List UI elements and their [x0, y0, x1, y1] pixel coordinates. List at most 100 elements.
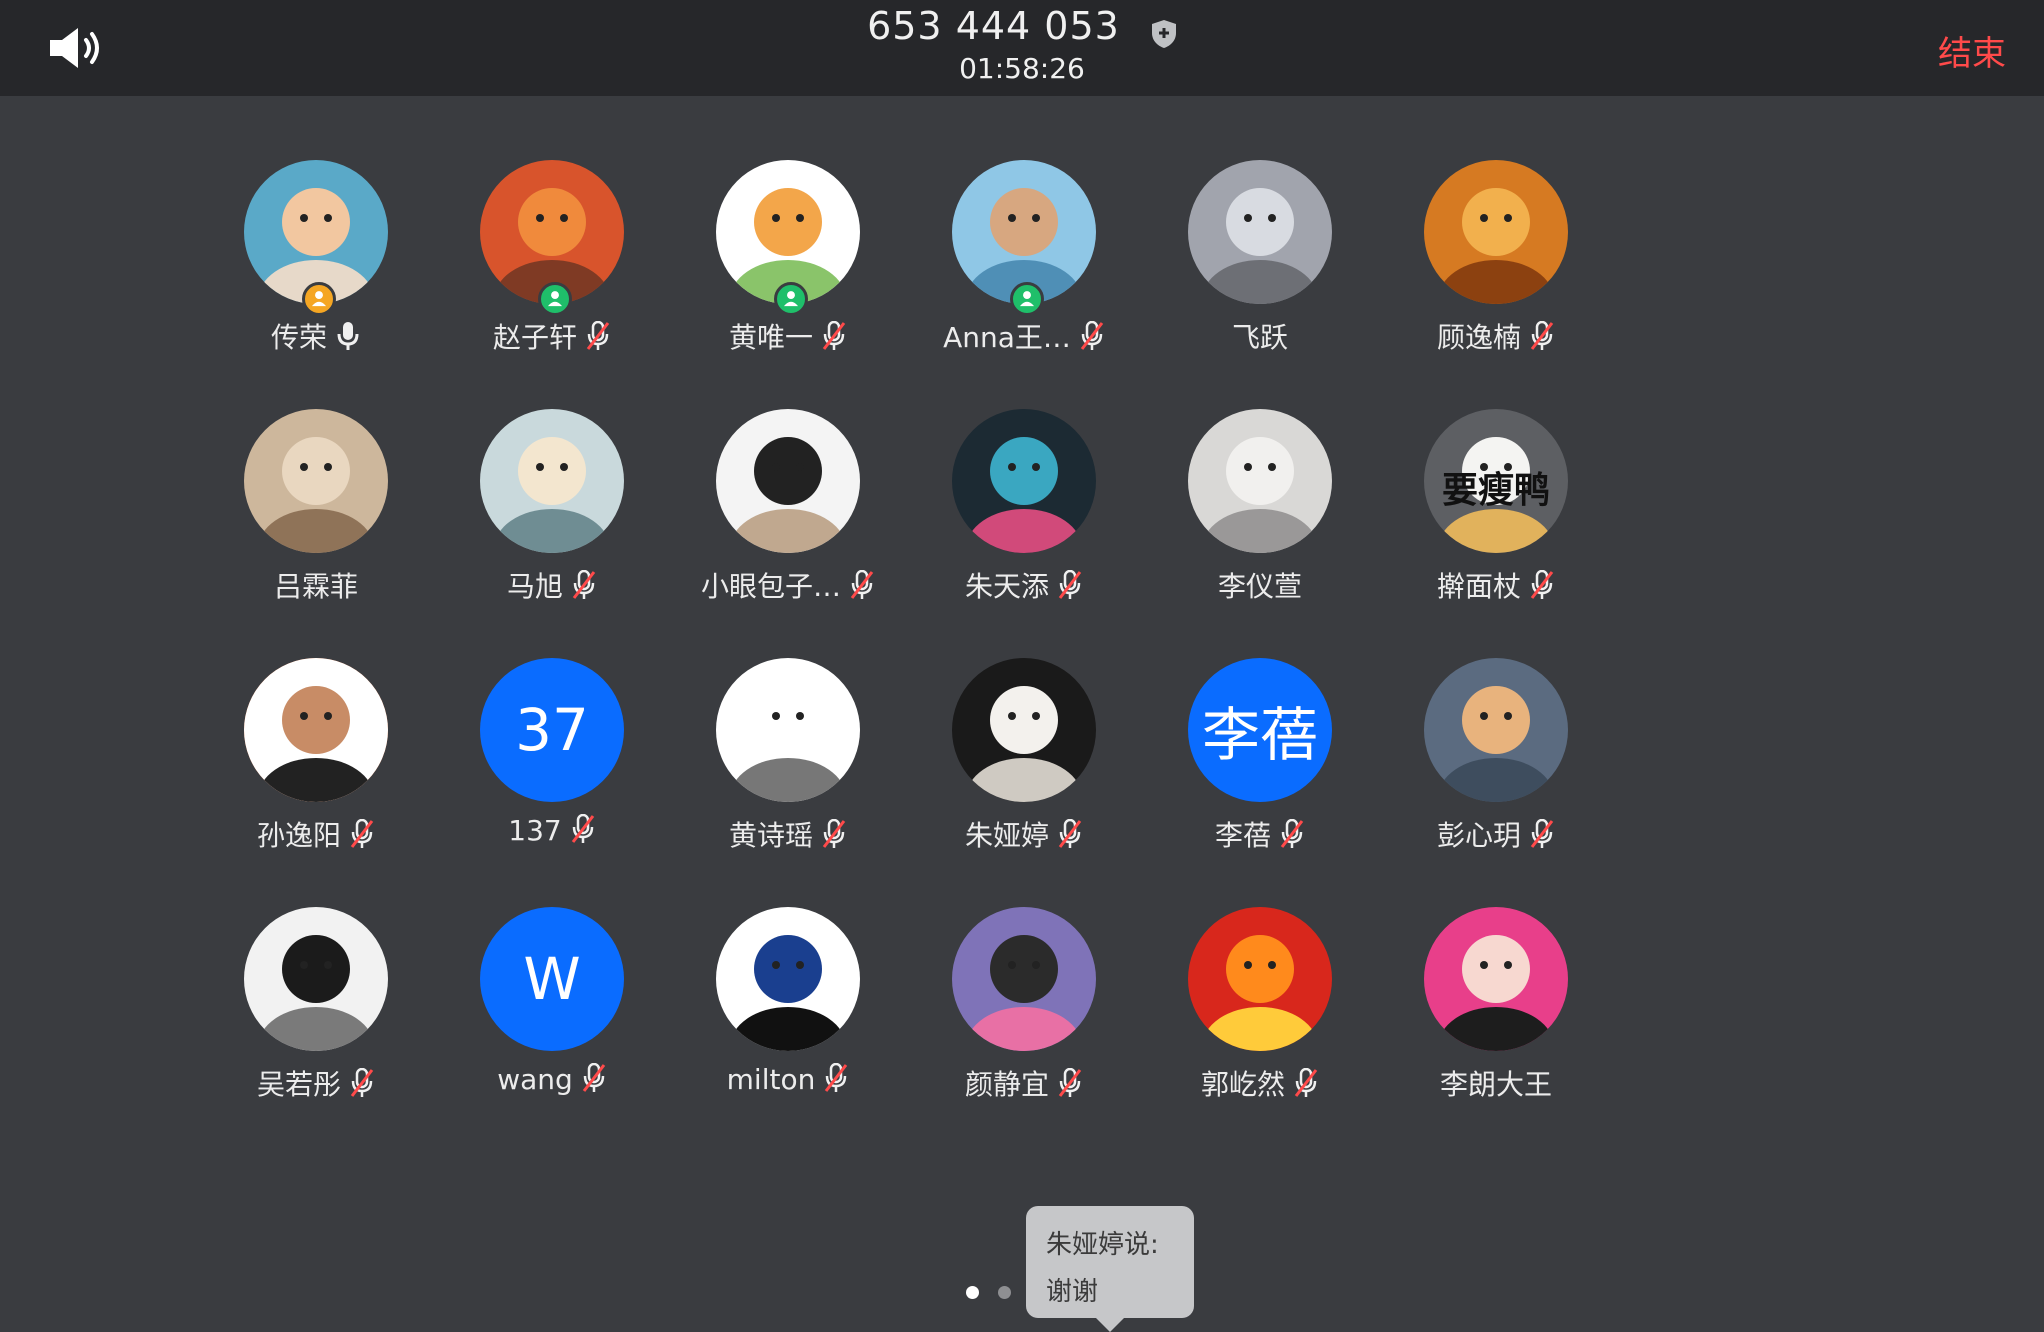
- participant-tile[interactable]: 37 137: [434, 658, 670, 858]
- participant-tile[interactable]: 李朗大王: [1378, 907, 1614, 1107]
- page-dot[interactable]: [998, 1286, 1011, 1299]
- participant-name-row: 137: [434, 813, 670, 847]
- mic-muted-icon: [849, 569, 875, 600]
- toast-message: 谢谢: [1046, 1277, 1099, 1307]
- participant-name-row: 小眼包子…: [670, 565, 906, 605]
- participant-name-row: 顾逸楠: [1378, 316, 1614, 356]
- participant-name: 朱娅婷: [964, 819, 1049, 852]
- mic-muted-icon: [1293, 1067, 1319, 1098]
- participant-name: 朱天添: [964, 570, 1049, 603]
- avatar: [716, 658, 860, 802]
- mic-muted-icon: [1057, 1067, 1083, 1098]
- avatar: 李蓓: [1188, 658, 1332, 802]
- participant-name: 李仪萱: [1217, 570, 1302, 603]
- participant-tile[interactable]: 小眼包子…: [670, 409, 906, 609]
- avatar: W: [480, 907, 624, 1051]
- cohost-badge-icon: [538, 282, 572, 316]
- mic-muted-icon: [821, 320, 847, 351]
- participant-tile[interactable]: 顾逸楠: [1378, 160, 1614, 360]
- participant-tile[interactable]: 朱天添: [906, 409, 1142, 609]
- chat-toast[interactable]: 朱娅婷说: 谢谢: [1026, 1206, 1194, 1332]
- participant-name-row: 孙逸阳: [198, 814, 434, 854]
- cohost-badge-icon: [1010, 282, 1044, 316]
- participant-name-row: 飞跃: [1142, 316, 1378, 356]
- participant-name: 李蓓: [1214, 819, 1271, 852]
- avatar: [244, 658, 388, 802]
- mic-muted-icon: [823, 1062, 849, 1093]
- participant-name: 郭屹然: [1200, 1068, 1285, 1101]
- avatar: [244, 907, 388, 1051]
- participant-name: 小眼包子…: [700, 570, 841, 603]
- avatar: [1188, 160, 1332, 304]
- participant-tile[interactable]: Anna王…: [906, 160, 1142, 360]
- participant-tile[interactable]: 传荣: [198, 160, 434, 360]
- participant-tile[interactable]: 吕霖菲: [198, 409, 434, 609]
- participant-tile[interactable]: 吴若彤: [198, 907, 434, 1107]
- mic-muted-icon: [581, 1062, 607, 1093]
- participant-tile[interactable]: 赵子轩: [434, 160, 670, 360]
- avatar: 37: [480, 658, 624, 802]
- host-badge-icon: [302, 282, 336, 316]
- participant-name-row: 朱天添: [906, 565, 1142, 605]
- toast-tail: [1096, 1318, 1124, 1332]
- participant-name: 赵子轩: [492, 321, 577, 354]
- participant-name-row: 李朗大王: [1378, 1063, 1614, 1103]
- participant-name: 孙逸阳: [256, 819, 341, 852]
- participant-name-row: 李仪萱: [1142, 565, 1378, 605]
- avatar-caption: 要瘦鸭: [1441, 470, 1550, 511]
- mic-muted-icon: [1057, 569, 1083, 600]
- participant-name-row: 擀面杖: [1378, 565, 1614, 605]
- participant-name-row: 黄唯一: [670, 316, 906, 356]
- avatar: [952, 658, 1096, 802]
- participant-name: 马旭: [506, 570, 563, 603]
- avatar: [1188, 907, 1332, 1051]
- participant-tile[interactable]: 李蓓 李蓓: [1142, 658, 1378, 858]
- participant-name-row: 郭屹然: [1142, 1063, 1378, 1103]
- participant-name: 李朗大王: [1439, 1068, 1552, 1101]
- participant-name: 吕霖菲: [273, 570, 358, 603]
- toast-sender: 朱娅婷说:: [1046, 1230, 1159, 1260]
- participant-tile[interactable]: 黄诗瑶: [670, 658, 906, 858]
- participant-grid: 传荣 赵子轩 黄唯一 Anna王… 飞跃 顾逸楠吕霖菲 马旭 小眼包子… 朱天添 李仪萱 要瘦鸭擀面…: [0, 0, 2044, 1328]
- participant-tile[interactable]: 黄唯一: [670, 160, 906, 360]
- participant-tile[interactable]: 颜静宜: [906, 907, 1142, 1107]
- mic-muted-icon: [1079, 320, 1105, 351]
- participant-tile[interactable]: 飞跃: [1142, 160, 1378, 360]
- avatar: [1188, 409, 1332, 553]
- participant-name-row: 黄诗瑶: [670, 814, 906, 854]
- participant-name-row: 朱娅婷: [906, 814, 1142, 854]
- mic-muted-icon: [349, 1067, 375, 1098]
- avatar: [480, 409, 624, 553]
- participant-name: wang: [497, 1063, 573, 1096]
- participant-tile[interactable]: 郭屹然: [1142, 907, 1378, 1107]
- participant-name: 137: [508, 814, 562, 847]
- cohost-badge-icon: [774, 282, 808, 316]
- avatar: [716, 907, 860, 1051]
- participant-name-row: 颜静宜: [906, 1063, 1142, 1103]
- participant-tile[interactable]: 朱娅婷: [906, 658, 1142, 858]
- avatar: 要瘦鸭: [1424, 409, 1568, 553]
- participant-tile[interactable]: 要瘦鸭 擀面杖: [1378, 409, 1614, 609]
- participant-tile[interactable]: 马旭: [434, 409, 670, 609]
- participant-name: Anna王…: [943, 321, 1071, 354]
- participant-tile[interactable]: 李仪萱: [1142, 409, 1378, 609]
- mic-muted-icon: [1529, 818, 1555, 849]
- participant-tile[interactable]: Wwang: [434, 907, 670, 1107]
- participant-name-row: 吕霖菲: [198, 565, 434, 605]
- page-dot[interactable]: [966, 1286, 979, 1299]
- participant-name: 飞跃: [1231, 321, 1288, 354]
- participant-tile[interactable]: 彭心玥: [1378, 658, 1614, 858]
- participant-name: milton: [726, 1063, 816, 1096]
- participant-name-row: 赵子轩: [434, 316, 670, 356]
- participant-name-row: 传荣: [198, 316, 434, 356]
- mic-muted-icon: [571, 569, 597, 600]
- mic-muted-icon: [1529, 320, 1555, 351]
- mic-muted-icon: [1057, 818, 1083, 849]
- avatar: [716, 409, 860, 553]
- participant-name: 顾逸楠: [1436, 321, 1521, 354]
- avatar: [952, 907, 1096, 1051]
- participant-tile[interactable]: milton: [670, 907, 906, 1107]
- participant-tile[interactable]: 孙逸阳: [198, 658, 434, 858]
- mic-muted-icon: [1529, 569, 1555, 600]
- mic-muted-icon: [1279, 818, 1305, 849]
